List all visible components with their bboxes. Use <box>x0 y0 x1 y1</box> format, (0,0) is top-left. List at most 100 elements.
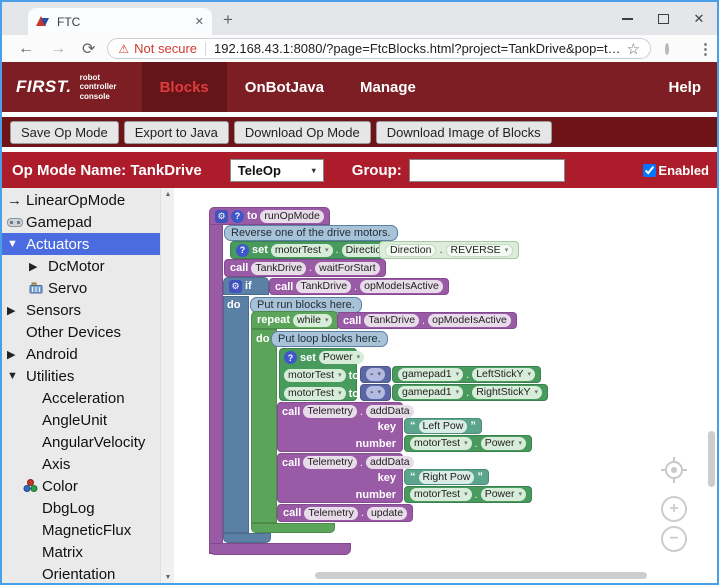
sidebar-item-gamepad[interactable]: Gamepad <box>2 211 160 233</box>
sidebar-item-color[interactable]: Color <box>2 475 160 497</box>
text-field[interactable]: Right Pow <box>419 471 475 484</box>
back-icon[interactable]: ← <box>18 40 34 58</box>
gear-icon[interactable]: ⚙ <box>229 280 242 293</box>
set-power-block[interactable]: ? set Power motorTest to motorTest to <box>279 348 357 401</box>
gamepad-rightsticky-block[interactable]: gamepad1 . RightStickY <box>392 384 548 401</box>
url-text[interactable]: 192.168.43.1:8080/?page=FtcBlocks.html?p… <box>214 41 621 56</box>
call-waitforstart-block[interactable]: call TankDrive . waitForStart <box>224 259 386 277</box>
close-button[interactable]: ✕ <box>681 2 717 35</box>
comment-block-loop[interactable]: Put loop blocks here. <box>271 331 388 347</box>
bookmark-star-icon[interactable]: ☆ <box>627 40 640 58</box>
blockly-workspace[interactable]: ⚙ ? to runOpMode Reverse one of the driv… <box>174 188 717 584</box>
motor-power-value-block[interactable]: motorTest . Power <box>404 486 532 503</box>
maximize-button[interactable] <box>645 2 681 35</box>
sidebar-item-actuators[interactable]: ▼Actuators <box>2 233 160 255</box>
tab-manage[interactable]: Manage <box>342 62 434 112</box>
comment-block-reverse[interactable]: Reverse one of the drive motors. <box>224 225 398 241</box>
help-link[interactable]: Help <box>668 62 717 112</box>
help-icon[interactable]: ? <box>236 244 249 257</box>
sidebar-item-utilities[interactable]: ▼Utilities <box>2 365 160 387</box>
stick-property-dropdown[interactable]: LeftStickY <box>472 368 535 381</box>
extension-ring-icon[interactable] <box>665 43 669 55</box>
sidebar-item-angleunit[interactable]: AngleUnit <box>2 409 160 431</box>
power-property-dropdown[interactable]: Power <box>481 488 526 501</box>
export-to-java-button[interactable]: Export to Java <box>124 121 229 144</box>
workspace-hscrollbar[interactable] <box>315 572 647 579</box>
zoom-out-button[interactable]: − <box>661 526 687 552</box>
repeat-block-bottom[interactable] <box>251 523 335 533</box>
sidebar-item-android[interactable]: ▶Android <box>2 343 160 365</box>
if-block-bottom[interactable] <box>223 533 271 543</box>
power-property-dropdown[interactable]: Power <box>319 351 364 364</box>
sidebar-item-angularvelocity[interactable]: AngularVelocity <box>2 431 160 453</box>
flavor-select[interactable]: TeleOp ▾ <box>230 159 324 182</box>
call-opmodeisactive-block[interactable]: call TankDrive . opModeIsActive <box>337 312 517 329</box>
sidebar-item-dbglog[interactable]: DbgLog <box>2 497 160 519</box>
gamepad-leftsticky-block[interactable]: gamepad1 . LeftStickY <box>392 366 541 383</box>
zoom-in-button[interactable]: + <box>661 496 687 522</box>
scroll-up-icon[interactable]: ▲ <box>161 191 175 198</box>
enabled-checkbox[interactable] <box>643 164 656 177</box>
negate-operator-dropdown[interactable]: - <box>366 386 385 399</box>
direction-enum-block[interactable]: Direction . REVERSE <box>379 241 519 259</box>
sidebar-item-matrix[interactable]: Matrix <box>2 541 160 563</box>
negate-operator-dropdown[interactable]: - <box>366 368 385 381</box>
reload-icon[interactable]: ⟳ <box>82 39 95 59</box>
negate-block[interactable]: - <box>360 366 391 383</box>
negate-block[interactable]: - <box>360 384 391 401</box>
enum-value-dropdown[interactable]: REVERSE <box>446 244 514 257</box>
address-bar[interactable]: ⚠ Not secure 192.168.43.1:8080/?page=Ftc… <box>107 38 651 59</box>
not-secure-label[interactable]: Not secure <box>134 41 197 56</box>
not-secure-warning-icon[interactable]: ⚠ <box>118 42 129 56</box>
call-opmodeisactive-block[interactable]: call TankDrive . opModeIsActive <box>269 278 449 295</box>
sidebar-item-other-devices[interactable]: Other Devices <box>2 321 160 343</box>
telemetry-update-block[interactable]: call Telemetry . update <box>277 504 413 522</box>
sidebar-item-sensors[interactable]: ▶Sensors <box>2 299 160 321</box>
tab-close-icon[interactable]: ✕ <box>195 15 204 28</box>
sidebar-item-servo[interactable]: Servo <box>2 277 160 299</box>
toolbox-scrollbar[interactable]: ▲ ▼ <box>160 188 174 584</box>
if-block-spine[interactable] <box>223 296 249 533</box>
sidebar-item-linearopmode[interactable]: →LinearOpMode <box>2 189 160 211</box>
motor-variable-dropdown[interactable]: motorTest <box>284 387 346 400</box>
browser-tab[interactable]: FTC ✕ <box>28 8 212 35</box>
motor-variable-dropdown[interactable]: motorTest <box>271 244 333 257</box>
new-tab-button[interactable]: + <box>223 10 233 30</box>
help-icon[interactable]: ? <box>284 351 297 364</box>
runopmode-block-bottom[interactable] <box>209 543 351 555</box>
gear-icon[interactable]: ⚙ <box>215 210 228 223</box>
telemetry-adddata-block[interactable]: call Telemetry . addData key number <box>277 453 403 503</box>
group-input[interactable] <box>409 159 565 182</box>
tab-onbotjava[interactable]: OnBotJava <box>227 62 342 112</box>
tab-blocks[interactable]: Blocks <box>142 62 227 112</box>
browser-menu-icon[interactable]: ⋮ <box>698 40 713 58</box>
forward-icon[interactable]: → <box>50 40 66 58</box>
power-property-dropdown[interactable]: Power <box>481 437 526 450</box>
sidebar-item-magneticflux[interactable]: MagneticFlux <box>2 519 160 541</box>
if-block[interactable]: ⚙ if <box>223 277 269 295</box>
save-opmode-button[interactable]: Save Op Mode <box>10 121 119 144</box>
gamepad-variable-dropdown[interactable]: gamepad1 <box>398 368 463 381</box>
motor-variable-dropdown[interactable]: motorTest <box>410 488 472 501</box>
telemetry-adddata-block[interactable]: call Telemetry . addData key number <box>277 402 403 452</box>
repeat-mode-dropdown[interactable]: while <box>293 314 332 327</box>
download-image-button[interactable]: Download Image of Blocks <box>376 121 552 144</box>
motor-variable-dropdown[interactable]: motorTest <box>284 369 346 382</box>
stick-property-dropdown[interactable]: RightStickY <box>472 386 542 399</box>
zoom-to-fit-button[interactable] <box>660 456 688 489</box>
motor-variable-dropdown[interactable]: motorTest <box>410 437 472 450</box>
text-field[interactable]: Left Pow <box>419 420 468 433</box>
download-opmode-button[interactable]: Download Op Mode <box>234 121 371 144</box>
scroll-down-icon[interactable]: ▼ <box>161 574 175 581</box>
sidebar-item-axis[interactable]: Axis <box>2 453 160 475</box>
text-leftpow-block[interactable]: “ Left Pow ” <box>404 418 482 434</box>
workspace-vscrollbar[interactable] <box>708 431 715 487</box>
repeat-while-block[interactable]: repeat while <box>251 311 338 329</box>
motor-power-value-block[interactable]: motorTest . Power <box>404 435 532 452</box>
help-icon[interactable]: ? <box>231 210 244 223</box>
procedure-name-field[interactable]: runOpMode <box>260 210 323 223</box>
sidebar-item-acceleration[interactable]: Acceleration <box>2 387 160 409</box>
runopmode-block[interactable]: ⚙ ? to runOpMode <box>209 207 330 225</box>
sidebar-item-dcmotor[interactable]: ▶DcMotor <box>2 255 160 277</box>
minimize-button[interactable] <box>609 2 645 35</box>
